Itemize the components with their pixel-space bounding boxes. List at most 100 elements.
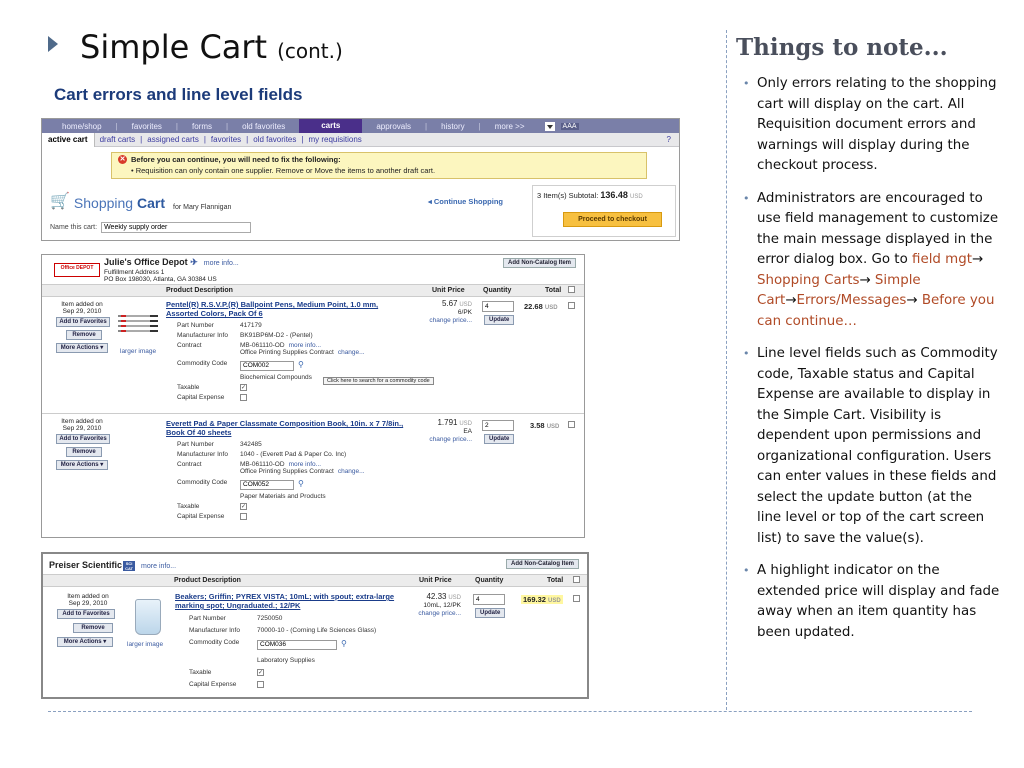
tab-favorites[interactable]: favorites xyxy=(118,122,176,131)
capital-expense-checkbox[interactable] xyxy=(240,513,247,520)
search-icon[interactable]: ⚲ xyxy=(298,360,304,369)
commodity-code-input[interactable] xyxy=(257,639,337,650)
product-link[interactable]: Beakers; Griffin; PYREX VISTA; 10mL; wit… xyxy=(175,592,395,610)
contract-id: MB-061110-OD xyxy=(240,461,285,468)
subtab-favorites[interactable]: favorites xyxy=(206,135,246,144)
cart-owner: for Mary Flannigan xyxy=(173,204,232,211)
note-item: Line level fields such as Commodity code… xyxy=(740,344,1000,549)
product-link[interactable]: Everett Pad & Paper Classmate Compositio… xyxy=(166,419,410,437)
taxable-value: ✓ xyxy=(240,503,247,510)
larger-image-link[interactable]: larger image xyxy=(120,348,156,355)
tab-carts[interactable]: carts xyxy=(299,119,363,133)
more-info-link[interactable]: more info... xyxy=(141,563,176,570)
commodity-tooltip: Click here to search for a commodity cod… xyxy=(323,377,434,385)
capital-expense-checkbox[interactable] xyxy=(240,394,247,401)
item-added: Item added on Sep 29, 2010 xyxy=(42,301,122,315)
cart-name-input[interactable] xyxy=(101,222,252,233)
product-link[interactable]: Pentel(R) R.S.V.P.(R) Ballpoint Pens, Me… xyxy=(166,300,410,318)
product-image[interactable] xyxy=(135,599,161,635)
taxable-checkbox[interactable]: ✓ xyxy=(240,384,247,391)
more-actions-label: More Actions xyxy=(63,639,102,645)
subtab-old-favorites[interactable]: old favorites xyxy=(248,135,301,144)
dropdown-icon[interactable] xyxy=(544,121,555,131)
more-info-link[interactable]: more info... xyxy=(204,260,239,267)
tab-more[interactable]: more >> xyxy=(481,122,539,131)
subtab-draft-carts[interactable]: draft carts xyxy=(95,135,141,144)
tab-old-favorites[interactable]: old favorites xyxy=(228,122,299,131)
contract-label: Contract xyxy=(177,461,202,468)
continue-shopping-link[interactable]: ◂ Continue Shopping xyxy=(428,197,503,206)
proceed-to-checkout-button[interactable]: Proceed to checkout xyxy=(563,212,662,227)
add-to-favorites-button[interactable]: Add to Favorites xyxy=(56,317,110,327)
remove-button[interactable]: Remove xyxy=(66,447,102,457)
update-button[interactable]: Update xyxy=(475,608,506,618)
line-select-checkbox[interactable] xyxy=(568,421,575,428)
title-suffix: (cont.) xyxy=(277,39,343,63)
subtotal-label: 3 Item(s) Subtotal: xyxy=(537,191,599,200)
remove-button[interactable]: Remove xyxy=(73,623,113,633)
commodity-code-input[interactable] xyxy=(240,360,294,371)
capital-expense-checkbox[interactable] xyxy=(257,681,264,688)
add-to-favorites-button[interactable]: Add to Favorites xyxy=(57,609,115,619)
add-non-catalog-button[interactable]: Add Non-Catalog Item xyxy=(506,559,579,569)
notes-list: Only errors relating to the shopping car… xyxy=(740,74,1000,655)
part-number-label: Part Number xyxy=(177,441,214,448)
field-row: Taxable ✓ xyxy=(189,669,409,681)
product-image[interactable] xyxy=(118,315,158,335)
field-row: Taxable ✓ xyxy=(177,384,407,394)
tab-approvals[interactable]: approvals xyxy=(362,122,425,131)
shopping-cart-title: 🛒 Shopping Cart for Mary Flannigan xyxy=(50,191,231,211)
more-actions-button[interactable]: More Actions ▾ xyxy=(56,460,108,470)
taxable-checkbox[interactable]: ✓ xyxy=(257,669,264,676)
line-select-checkbox[interactable] xyxy=(568,302,575,309)
capital-expense-value xyxy=(257,681,264,688)
subtab-active-cart[interactable]: active cart xyxy=(42,132,95,147)
line-fields: Part Number 7250050 Manufacturer Info 7000… xyxy=(189,615,409,693)
add-non-catalog-button[interactable]: Add Non-Catalog Item xyxy=(503,258,576,268)
help-link[interactable]: ? xyxy=(667,135,679,144)
cart-header-screenshot: home/shop | favorites | forms | old favorit… xyxy=(41,118,680,241)
tab-forms[interactable]: forms xyxy=(178,122,226,131)
contract-change-link[interactable]: change... xyxy=(338,349,365,356)
quantity-input[interactable] xyxy=(482,301,514,312)
change-price-link[interactable]: change price... xyxy=(429,317,472,324)
subtab-my-requisitions[interactable]: my requisitions xyxy=(303,135,366,144)
change-price-link[interactable]: change price... xyxy=(429,436,472,443)
search-icon[interactable]: ⚲ xyxy=(298,479,304,488)
more-actions-button[interactable]: More Actions ▾ xyxy=(56,343,108,353)
remove-button[interactable]: Remove xyxy=(66,330,102,340)
contract-more-info-link[interactable]: more info... xyxy=(289,461,322,468)
cart-name-label: Name this cart: xyxy=(50,224,98,231)
add-to-favorites-button[interactable]: Add to Favorites xyxy=(56,434,110,444)
update-button[interactable]: Update xyxy=(484,315,515,325)
change-price-link[interactable]: change price... xyxy=(418,610,461,617)
more-actions-button[interactable]: More Actions ▾ xyxy=(57,637,113,647)
select-all-checkbox[interactable] xyxy=(573,576,580,583)
text-size-toggle[interactable]: AAA xyxy=(560,122,579,130)
contract-change-link[interactable]: change... xyxy=(338,468,365,475)
supplier-address: Fulfillment Address 1 PO Box 198030, Atla… xyxy=(104,269,217,283)
quantity-input[interactable] xyxy=(473,594,505,605)
select-all-checkbox[interactable] xyxy=(568,286,575,293)
currency-label: USD xyxy=(546,424,560,430)
quantity-input[interactable] xyxy=(482,420,514,431)
tab-history[interactable]: history xyxy=(427,122,479,131)
capital-expense-label: Capital Expense xyxy=(177,394,225,401)
main-nav: home/shop | favorites | forms | old favorit… xyxy=(42,119,679,133)
item-added: Item added on Sep 29, 2010 xyxy=(42,418,122,432)
preiser-logo-badge: SCI CAT xyxy=(123,560,136,571)
taxable-checkbox[interactable]: ✓ xyxy=(240,503,247,510)
part-number-value: 7250050 xyxy=(257,615,283,622)
horizontal-divider xyxy=(48,711,972,712)
larger-image-link[interactable]: larger image xyxy=(127,641,163,648)
col-product: Product Description xyxy=(166,287,233,294)
search-icon[interactable]: ⚲ xyxy=(341,639,347,648)
line-select-checkbox[interactable] xyxy=(573,595,580,602)
manufacturer-label: Manufacturer Info xyxy=(177,451,228,458)
supplier-name-text: Preiser Scientific xyxy=(49,560,123,570)
update-button[interactable]: Update xyxy=(484,434,515,444)
tab-home-shop[interactable]: home/shop xyxy=(48,122,116,131)
contract-more-info-link[interactable]: more info... xyxy=(289,342,322,349)
commodity-code-input[interactable] xyxy=(240,479,294,490)
subtab-assigned-carts[interactable]: assigned carts xyxy=(142,135,204,144)
